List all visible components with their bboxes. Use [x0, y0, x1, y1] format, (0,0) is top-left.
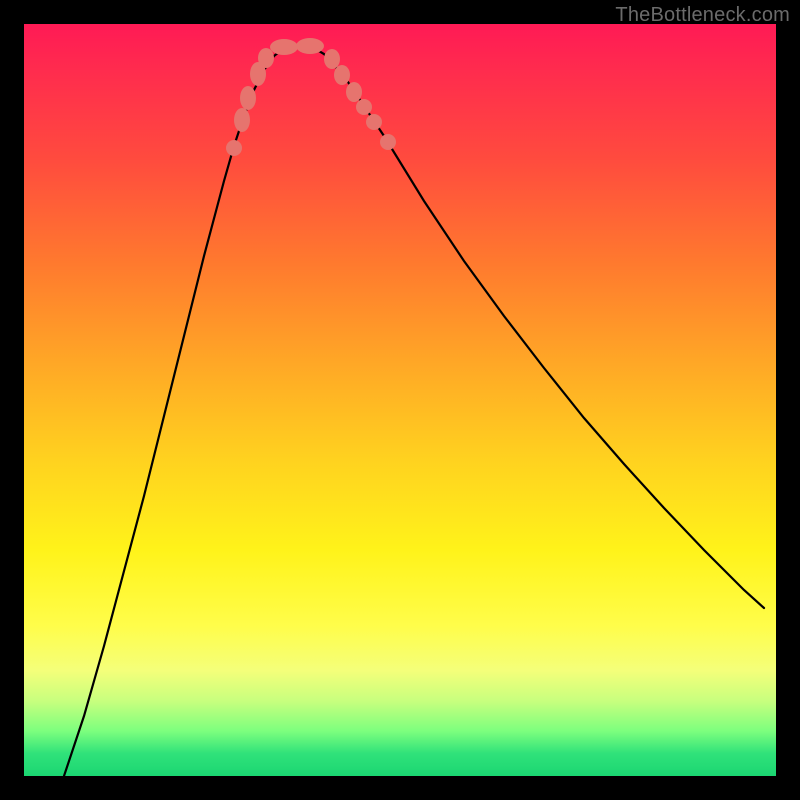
curve-layer	[24, 24, 776, 776]
curve-marker	[234, 108, 250, 132]
curve-marker	[240, 86, 256, 110]
plot-area	[24, 24, 776, 776]
curve-marker	[324, 49, 340, 69]
bottleneck-curve	[64, 46, 764, 776]
curve-marker	[334, 65, 350, 85]
curve-markers	[226, 38, 396, 156]
watermark-text: TheBottleneck.com	[615, 4, 790, 27]
curve-marker	[380, 134, 396, 150]
curve-marker	[296, 38, 324, 54]
curve-marker	[270, 39, 298, 55]
curve-marker	[366, 114, 382, 130]
curve-marker	[356, 99, 372, 115]
curve-marker	[226, 140, 242, 156]
chart-frame: TheBottleneck.com	[0, 0, 800, 800]
curve-marker	[346, 82, 362, 102]
curve-marker	[258, 48, 274, 68]
bottleneck-curve-path	[64, 46, 764, 776]
